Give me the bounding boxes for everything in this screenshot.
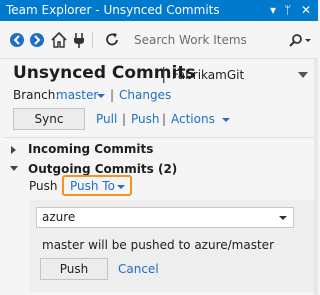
outgoing-push-label: Push (29, 179, 58, 193)
collapse-outgoing-icon[interactable] (10, 166, 18, 171)
actions-link[interactable]: Actions (171, 112, 215, 126)
expand-incoming-icon[interactable] (11, 146, 16, 154)
sync-button[interactable]: Sync (13, 108, 85, 130)
connect-icon[interactable] (72, 31, 86, 52)
actions-separator: | (162, 112, 167, 126)
branch-label: Branch: (13, 88, 60, 102)
home-icon[interactable] (50, 31, 68, 52)
back-icon[interactable] (10, 33, 24, 47)
toolbar-divider (92, 32, 93, 48)
pull-link[interactable]: Pull (96, 112, 117, 126)
repository-name: FabrikamGit (172, 68, 245, 82)
refresh-icon[interactable] (104, 31, 120, 52)
window-title: Team Explorer - Unsynced Commits (6, 3, 220, 17)
section-divider (4, 137, 314, 138)
search-box[interactable]: Search Work Items (128, 31, 314, 51)
close-icon[interactable]: ✕ (301, 2, 311, 18)
push-to-chevron-icon[interactable] (117, 185, 125, 189)
cancel-link[interactable]: Cancel (118, 262, 159, 276)
toolbar: Search Work Items (0, 21, 318, 59)
actions-separator: | (122, 112, 127, 126)
branch-chevron-icon[interactable] (97, 94, 105, 98)
push-link[interactable]: Push (131, 112, 160, 126)
branch-link[interactable]: master (56, 88, 98, 102)
push-target-message: master will be pushed to azure/master (42, 238, 275, 252)
pin-icon[interactable]: ᛘ (284, 2, 291, 18)
page-title: Unsynced Commits (13, 63, 196, 83)
actions-chevron-icon[interactable] (222, 118, 230, 122)
title-separator: | (161, 64, 167, 83)
push-to-link[interactable]: Push To (70, 179, 115, 193)
remote-select-chevron-icon[interactable] (279, 216, 287, 220)
branch-separator: | (110, 88, 115, 102)
push-button[interactable]: Push (40, 258, 108, 280)
search-icon[interactable] (288, 33, 304, 52)
scrollbar-edge (314, 59, 318, 295)
forward-icon[interactable] (30, 33, 44, 47)
title-bar: Team Explorer - Unsynced Commits ▾ ᛘ ✕ (0, 0, 318, 21)
outgoing-commits-header[interactable]: Outgoing Commits (2) (28, 162, 177, 176)
remote-select-value: azure (42, 210, 76, 224)
search-input[interactable]: Search Work Items (134, 33, 247, 47)
remote-select[interactable]: azure (36, 207, 294, 228)
incoming-commits-header[interactable]: Incoming Commits (28, 142, 153, 156)
changes-link[interactable]: Changes (119, 88, 171, 102)
page-menu-chevron-icon[interactable] (298, 67, 308, 81)
search-options-chevron-icon[interactable] (305, 39, 311, 42)
window-menu-dropdown-icon[interactable]: ▾ (270, 2, 276, 18)
